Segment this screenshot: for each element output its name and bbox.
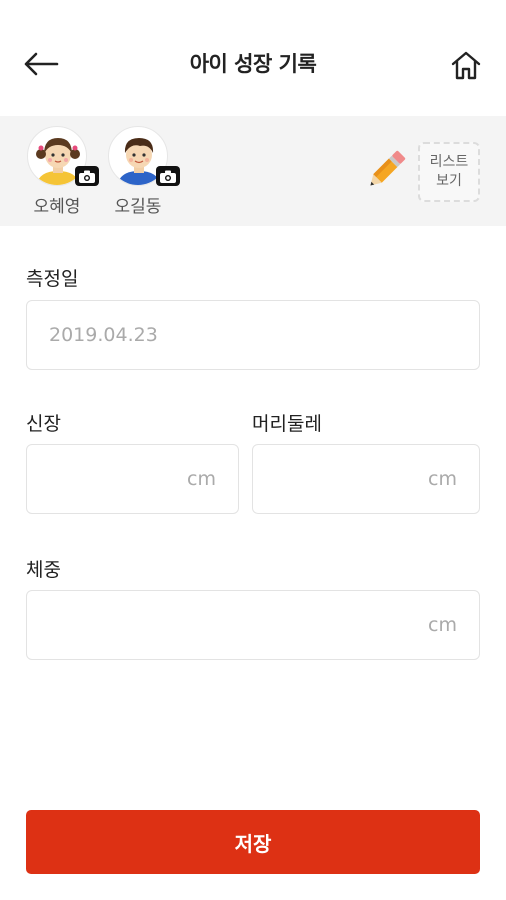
date-label: 측정일 — [26, 268, 79, 290]
pencil-icon — [370, 150, 406, 186]
header: 아이 성장 기록 — [0, 0, 506, 116]
list-view-label-line2: 보기 — [436, 173, 462, 189]
page-title: 아이 성장 기록 — [189, 52, 317, 76]
edit-button[interactable] — [362, 146, 410, 194]
head-circumference-unit: cm — [428, 468, 457, 490]
height-label: 신장 — [26, 413, 61, 435]
camera-icon[interactable] — [75, 166, 99, 186]
height-unit: cm — [187, 468, 216, 490]
camera-icon[interactable] — [156, 166, 180, 186]
child-name: 오혜영 — [33, 197, 81, 217]
child-name: 오길동 — [114, 197, 162, 217]
head-circumference-input[interactable]: cm — [252, 444, 480, 514]
head-circumference-label: 머리둘레 — [252, 413, 322, 435]
height-input[interactable]: cm — [26, 444, 239, 514]
weight-unit: cm — [428, 614, 457, 636]
list-view-label-line1: 리스트 — [429, 154, 469, 170]
weight-label: 체중 — [26, 559, 61, 581]
list-view-button[interactable]: 리스트 보기 — [418, 142, 480, 202]
date-field[interactable]: 2019.04.23 — [26, 300, 480, 370]
child-item-ogildong[interactable]: 오길동 — [98, 126, 180, 222]
child-item-ohyeyoung[interactable]: 오혜영 — [17, 126, 99, 222]
home-button[interactable] — [444, 44, 488, 86]
date-value: 2019.04.23 — [49, 324, 158, 346]
weight-input[interactable]: cm — [26, 590, 480, 660]
home-icon — [451, 51, 481, 80]
save-button[interactable]: 저장 — [26, 810, 480, 874]
